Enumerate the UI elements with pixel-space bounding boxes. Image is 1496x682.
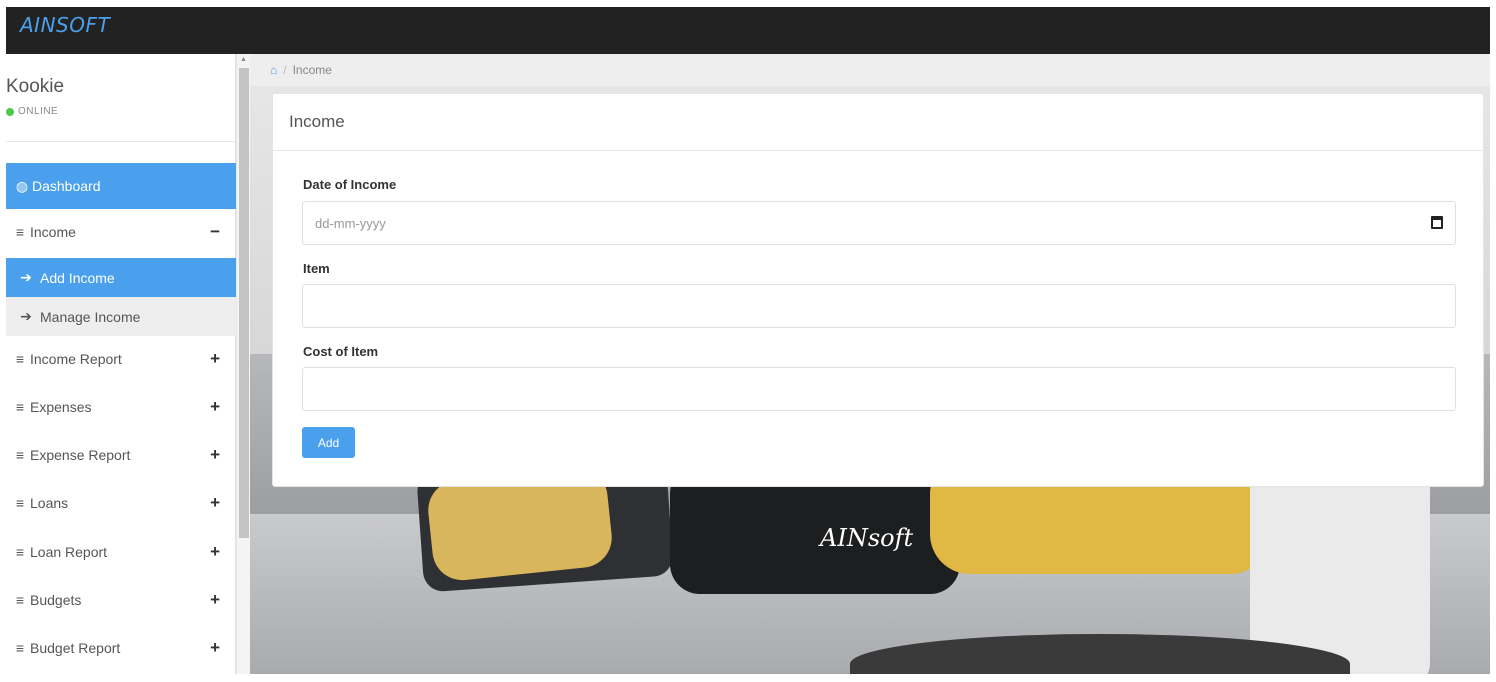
sidebar-item-label: Dashboard — [32, 178, 101, 194]
dashboard-icon: ◍ — [15, 177, 29, 194]
background-watermark: AINsoft — [820, 524, 914, 552]
sidebar-item-label: Add Income — [40, 269, 115, 286]
calendar-icon[interactable] — [1431, 216, 1443, 229]
sidebar-item-label: Budget Report — [30, 640, 121, 656]
sidebar-item-label: Manage Income — [40, 308, 141, 325]
sidebar-item-expense-report[interactable]: ≡ Expense Report + — [6, 432, 236, 478]
menu-icon: ≡ — [15, 224, 25, 240]
sidebar-item-income[interactable]: ≡ Income − — [6, 209, 236, 255]
menu-icon: ≡ — [15, 351, 25, 367]
app-window: AINSOFT Kookie ONLINE ◍ Dashboard ≡ Inco… — [6, 7, 1490, 674]
panel-title: Income — [273, 94, 1485, 151]
user-name: Kookie — [6, 76, 65, 97]
sidebar-item-manage-income[interactable]: ➔ Manage Income — [6, 297, 236, 336]
menu-icon: ≡ — [15, 447, 25, 463]
sidebar-item-label: Income — [30, 224, 76, 240]
date-input[interactable]: dd-mm-yyyy — [302, 201, 1456, 245]
sidebar-item-label: Income Report — [30, 351, 122, 367]
scroll-up-arrow-icon[interactable]: ▲ — [240, 56, 247, 63]
cost-input[interactable] — [302, 367, 1456, 411]
menu-icon: ≡ — [15, 640, 25, 656]
expand-plus-icon[interactable]: + — [210, 590, 220, 610]
breadcrumb: ⌂ / Income — [250, 54, 1490, 86]
sidebar-item-dashboard[interactable]: ◍ Dashboard — [6, 163, 236, 209]
expand-plus-icon[interactable]: + — [210, 445, 220, 465]
arrow-right-icon: ➔ — [20, 308, 32, 324]
expand-plus-icon[interactable]: + — [210, 493, 220, 513]
item-input[interactable] — [302, 284, 1456, 328]
menu-icon: ≡ — [15, 495, 25, 511]
expand-plus-icon[interactable]: + — [210, 542, 220, 562]
sidebar-item-expenses[interactable]: ≡ Expenses + — [6, 384, 236, 430]
sidebar-item-budget-report[interactable]: ≡ Budget Report + — [6, 625, 236, 671]
menu-icon: ≡ — [15, 544, 25, 560]
sidebar-item-loans[interactable]: ≡ Loans + — [6, 480, 236, 526]
collapse-minus-icon[interactable]: − — [210, 222, 220, 242]
menu-icon: ≡ — [15, 399, 25, 415]
item-label: Item — [303, 261, 330, 276]
date-placeholder: dd-mm-yyyy — [315, 215, 386, 231]
sidebar-item-income-report[interactable]: ≡ Income Report + — [6, 336, 236, 382]
sidebar-item-loan-report[interactable]: ≡ Loan Report + — [6, 529, 236, 575]
user-status: ONLINE — [6, 106, 58, 117]
online-status-dot-icon — [6, 107, 14, 116]
brand-logo[interactable]: AINSOFT — [20, 13, 110, 37]
sidebar-item-label: Budgets — [30, 592, 82, 608]
sidebar-item-label: Expenses — [30, 399, 92, 415]
sidebar-item-budgets[interactable]: ≡ Budgets + — [6, 577, 236, 623]
user-panel: Kookie ONLINE — [6, 54, 236, 142]
sidebar-item-add-income[interactable]: ➔ Add Income — [6, 258, 236, 297]
income-form-panel: Income Date of Income dd-mm-yyyy Item Co… — [272, 93, 1485, 487]
main-content: AINsoft ⌂ / Income Income Date of Income… — [250, 54, 1490, 674]
add-button[interactable]: Add — [302, 427, 355, 458]
expand-plus-icon[interactable]: + — [210, 349, 220, 369]
cost-label: Cost of Item — [303, 344, 379, 359]
scrollbar-thumb[interactable] — [239, 68, 249, 538]
breadcrumb-separator: / — [283, 63, 287, 77]
sidebar-item-label: Loans — [30, 495, 69, 511]
user-status-label: ONLINE — [18, 106, 59, 117]
sidebar-scrollbar[interactable]: ▲ — [236, 54, 250, 674]
sidebar: Kookie ONLINE ◍ Dashboard ≡ Income − ➔ A… — [6, 54, 236, 674]
arrow-right-icon: ➔ — [20, 269, 32, 285]
sidebar-item-label: Loan Report — [30, 544, 108, 560]
sidebar-item-label: Expense Report — [30, 447, 131, 463]
menu-icon: ≡ — [15, 592, 25, 608]
expand-plus-icon[interactable]: + — [210, 397, 220, 417]
top-navbar: AINSOFT — [6, 7, 1490, 54]
breadcrumb-current: Income — [292, 63, 332, 77]
expand-plus-icon[interactable]: + — [210, 638, 220, 658]
home-icon[interactable]: ⌂ — [270, 63, 277, 77]
date-label: Date of Income — [303, 177, 397, 192]
